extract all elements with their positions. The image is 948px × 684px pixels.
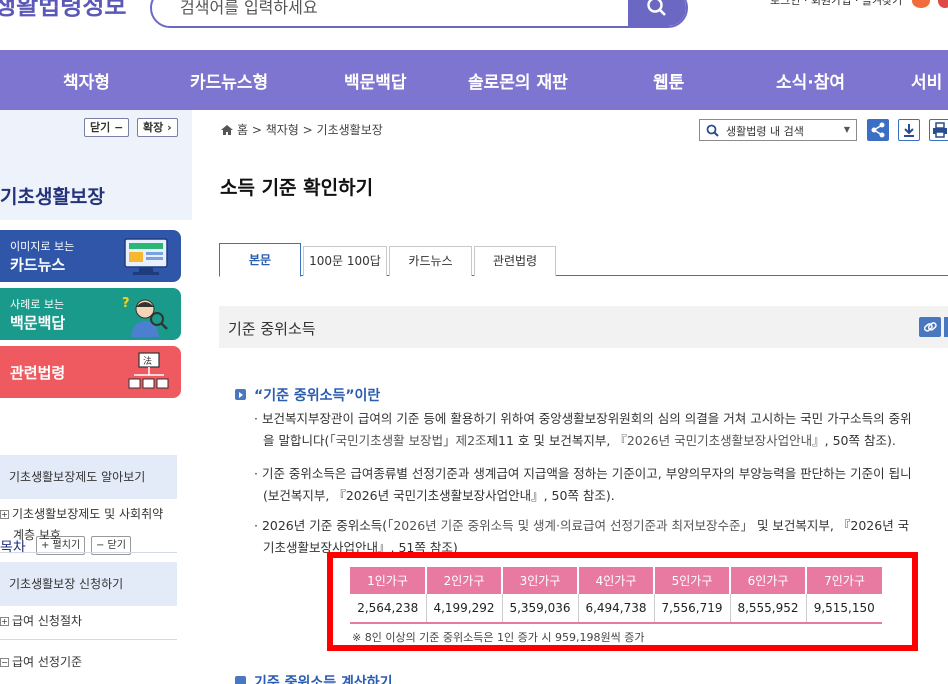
svg-text:法: 法 (143, 355, 152, 367)
divider (0, 552, 177, 553)
banner-caption: 이미지로 보는 (10, 240, 75, 253)
paragraph-text: (보건복지부, 『2026년 국민기초생활보장사업안내』, 50쪽 참조). (263, 488, 615, 503)
question-person-icon: ? (122, 296, 168, 337)
highlight-box (327, 552, 918, 651)
site-header: 생활법령정보 검색어를 입력하세요 로그인 · 회원가입 · 즐겨찾기 (0, 0, 948, 50)
main-search-input[interactable]: 검색어를 입력하세요 (180, 0, 318, 18)
breadcrumb: 홈 > 책자형 > 기초생활보장 (220, 121, 383, 138)
toc-item[interactable]: − 급여 선정기준 (0, 652, 82, 673)
tab-related-laws[interactable]: 관련법령 (474, 246, 556, 276)
law-search-label: 생활법령 내 검색 (726, 125, 804, 138)
nav-item-solomon[interactable]: 솔로몬의 재판 (468, 68, 568, 93)
paragraph-1: · 보건복지부장관이 급여의 기준 등에 활용하기 위하여 중앙생활보장위원회의… (254, 386, 912, 452)
search-icon (647, 0, 666, 16)
paragraph-text: · (254, 411, 262, 426)
law-link[interactable]: 「국민기초생활 보장법」제2조 (329, 433, 486, 448)
section-header: 기준 중위소득 (219, 306, 948, 348)
main-search-button[interactable] (628, 0, 686, 26)
nav-item-service[interactable]: 서비 (911, 68, 942, 93)
banner-laws[interactable]: 관련법령 法 (0, 346, 181, 398)
guide-link[interactable]: 『2026년 국민기초생활보장사업안내』 (614, 433, 824, 448)
tab-main[interactable]: 본문 (219, 243, 301, 277)
paragraph-text: · (254, 518, 262, 533)
link-icon (923, 322, 937, 332)
utility-circle-icon[interactable] (938, 0, 948, 8)
download-icon (904, 124, 914, 137)
toc-item-label: 기초생활보장제도 및 사회취약 (12, 507, 164, 521)
svg-text:?: ? (122, 296, 130, 311)
paragraph-text: 및 보건복지부, 『2026년 국 (752, 518, 910, 533)
share-button[interactable] (867, 119, 889, 141)
nav-item-news[interactable]: 소식·참여 (776, 68, 845, 93)
toc-item[interactable]: + 기초생활보장제도 및 사회취약 계층 보호 (0, 504, 163, 546)
toc-item-label: 급여 선정기준 (12, 655, 83, 669)
expand-plus-icon: + (0, 510, 9, 519)
print-button[interactable] (929, 119, 948, 141)
toc-category[interactable]: 기초생활보장 신청하기 (0, 562, 177, 606)
banner-cardnews[interactable]: 이미지로 보는 카드뉴스 (0, 230, 181, 282)
breadcrumb-text[interactable]: 홈 > 책자형 > 기초생활보장 (237, 123, 383, 137)
paragraph-text: 제11 호 및 보건복지부, (486, 433, 615, 448)
toc-category[interactable]: 기초생활보장제도 알아보기 (0, 455, 177, 499)
main-search-box[interactable]: 검색어를 입력하세요 (150, 0, 688, 28)
page: 생활법령정보 검색어를 입력하세요 로그인 · 회원가입 · 즐겨찾기 책자형 … (0, 0, 948, 684)
next-subheading-text: 기준 중위소득 계산하기 (254, 675, 393, 684)
expand-plus-icon: + (0, 617, 9, 626)
nav-item-booklet[interactable]: 책자형 (63, 68, 110, 93)
sidebar-title: 기초생활보장 (0, 186, 105, 208)
nav-item-qa[interactable]: 백문백답 (344, 68, 407, 93)
bullet-arrow-icon (235, 389, 246, 400)
banner-label: 관련법령 (10, 364, 66, 382)
utility-links[interactable]: 로그인 · 회원가입 · 즐겨찾기 (770, 0, 902, 8)
section-title: 기준 중위소득 (228, 320, 316, 338)
banner-label: 카드뉴스 (10, 256, 66, 274)
utility-circle-icon[interactable] (912, 0, 930, 8)
chevron-down-icon: ▼ (843, 125, 850, 134)
law-search-select[interactable]: 생활법령 내 검색 ▼ (699, 119, 857, 141)
banner-label: 백문백답 (10, 314, 66, 332)
toc-item[interactable]: + 급여 신청절차 (0, 611, 82, 632)
paragraph-text: 2026년 기준 중위소득( (261, 518, 388, 533)
toc-item-label: 급여 신청절차 (12, 614, 83, 628)
collapse-minus-icon: − (0, 658, 9, 667)
page-title: 소득 기준 확인하기 (220, 177, 374, 199)
law-document-icon: 法 (128, 352, 169, 389)
nav-item-webtoon[interactable]: 웹툰 (653, 68, 684, 93)
print-icon (933, 122, 947, 138)
tab-cardnews[interactable]: 카드뉴스 (389, 246, 472, 276)
home-icon[interactable] (220, 124, 234, 136)
nav-item-cardnews[interactable]: 카드뉴스형 (190, 68, 268, 93)
toc-item-label-cont: 계층 보호 (13, 528, 61, 542)
tab-100qa[interactable]: 100문 100답 (303, 246, 387, 276)
main-nav: 책자형 카드뉴스형 백문백답 솔로몬의 재판 웹툰 소식·참여 서비 (0, 50, 948, 110)
share-icon (871, 122, 885, 138)
notice-link[interactable]: 「2026년 기준 중위소득 및 생계·의료급여 선정기준과 최저보장수준」 (387, 518, 753, 533)
bullet-arrow-icon (235, 676, 246, 684)
monitor-news-icon (124, 238, 168, 275)
banner-caption: 사례로 보는 (10, 298, 65, 311)
download-button[interactable] (898, 119, 920, 141)
next-subheading: 기준 중위소득 계산하기 (235, 672, 393, 684)
section-extra-button[interactable] (944, 317, 948, 337)
paragraph-text: 기준 중위소득은 급여종류별 선정기준과 생계급여 지급액을 정하는 기준이고,… (261, 466, 912, 481)
paragraph-text: 을 말합니다( (263, 433, 330, 448)
sidebar-expand-button[interactable]: 확장 › (137, 118, 178, 137)
sidebar: 닫기 − 확장 › 기초생활보장 이미지로 보는 카드뉴스 사례로 보는 백문백… (0, 110, 192, 684)
paragraph-text: , 50쪽 참조). (824, 433, 896, 448)
sidebar-collapse-button[interactable]: 닫기 − (84, 118, 130, 137)
paragraph-2: · 기준 중위소득은 급여종류별 선정기준과 생계급여 지급액을 정하는 기준이… (254, 463, 912, 507)
search-icon (706, 124, 719, 137)
paragraph-text: 보건복지부장관이 급여의 기준 등에 활용하기 위하여 중앙생활보장위원회의 심… (261, 411, 912, 426)
link-button[interactable] (919, 317, 941, 337)
site-logo[interactable]: 생활법령정보 (0, 0, 126, 21)
paragraph-text: · (254, 466, 262, 481)
divider (0, 639, 177, 640)
banner-qa[interactable]: 사례로 보는 백문백답 ? (0, 288, 181, 340)
